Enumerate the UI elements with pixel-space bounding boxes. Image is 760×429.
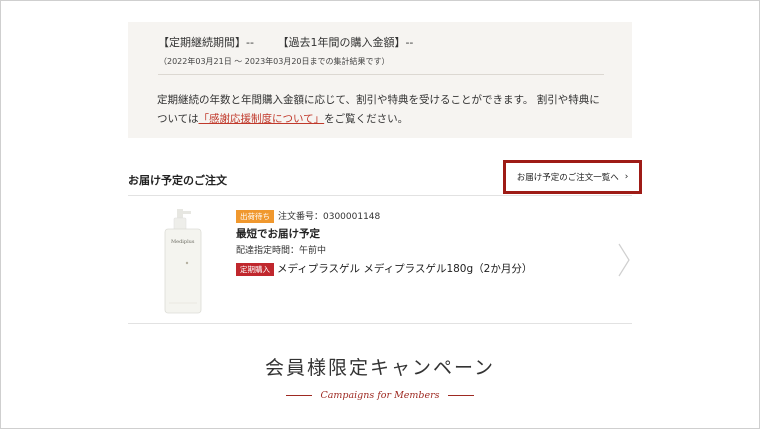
campaign-subheading: Campaigns for Members xyxy=(0,390,760,401)
chevron-right-icon: › xyxy=(624,172,629,182)
decorative-line xyxy=(286,395,313,396)
shipping-status-badge: 出荷待ち xyxy=(236,210,274,223)
order-number: 注文番号：0300001148 xyxy=(278,212,381,222)
campaign-heading: 会員様限定キャンペーン xyxy=(264,357,496,379)
description-tail: をご覧ください。 xyxy=(324,113,409,125)
benefit-description: 定期継続の年数と年間購入金額に応じて、割引や特典を受けることができます。 割引や… xyxy=(157,91,607,129)
membership-info-box: 【定期継続期間】-- 【過去1年間の購入金額】-- （2022年03月21日 ～… xyxy=(128,22,632,138)
annual-purchase-amount: 【過去1年間の購入金額】-- xyxy=(277,36,414,49)
delivery-estimate: 最短でお届け予定 xyxy=(236,228,320,240)
list-button-label: お届け予定のご注文一覧へ xyxy=(516,173,619,183)
gratitude-program-link[interactable]: 「感謝応援制度について」 xyxy=(198,113,324,125)
campaign-subtitle: Campaigns for Members xyxy=(320,390,440,401)
subscription-badge: 定期購入 xyxy=(236,262,274,276)
decorative-line xyxy=(447,395,474,396)
scheduled-orders-list-button[interactable]: お届け予定のご注文一覧へ › xyxy=(503,160,642,194)
product-image: Mediplus xyxy=(164,209,202,314)
chevron-right-icon[interactable] xyxy=(616,240,632,280)
order-number-row: 出荷待ち 注文番号：0300001148 xyxy=(236,209,380,223)
scheduled-orders-heading: お届け予定のご注文 xyxy=(128,174,227,187)
divider xyxy=(128,323,632,324)
aggregation-range-note: （2022年03月21日 ～ 2023年03月20日までの集計結果です） xyxy=(159,57,390,66)
period-row: 【定期継続期間】-- 【過去1年間の購入金額】-- xyxy=(158,34,433,50)
delivery-time-spec: 配達指定時間：午前中 xyxy=(236,246,327,256)
order-card[interactable]: Mediplus 出荷待ち 注文番号：0300001148 最短でお届け予定 配達… xyxy=(128,196,632,323)
continuation-period: 【定期継続期間】-- xyxy=(158,36,254,49)
product-name: メディプラスゲル メディプラスゲル180g（2か月分） xyxy=(277,263,533,275)
bottle-label: Mediplus xyxy=(171,239,195,245)
product-row: 定期購入 メディプラスゲル メディプラスゲル180g（2か月分） xyxy=(236,261,532,276)
divider xyxy=(158,74,604,75)
